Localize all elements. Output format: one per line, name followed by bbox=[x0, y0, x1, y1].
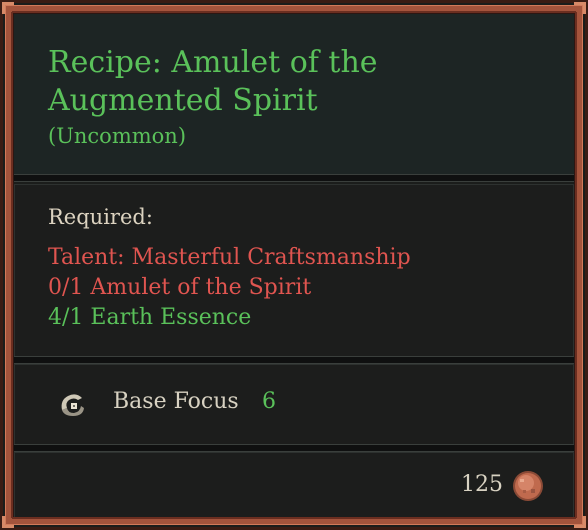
requirement-ingredient: 0/1 Amulet of the Spirit bbox=[48, 275, 312, 300]
requirements-label: Required: bbox=[48, 205, 153, 229]
rarity-label: (Uncommon) bbox=[48, 124, 187, 148]
cost-value: 125 bbox=[461, 472, 503, 497]
requirement-talent: Talent: Masterful Craftsmanship bbox=[48, 245, 411, 270]
copper-coin-icon bbox=[513, 471, 543, 501]
requirement-ingredient: 4/1 Earth Essence bbox=[48, 305, 252, 330]
base-focus-value: 6 bbox=[262, 389, 276, 414]
section-divider bbox=[14, 174, 574, 182]
stats-section bbox=[14, 364, 574, 446]
spiral-focus-icon bbox=[61, 394, 84, 416]
recipe-title: Recipe: Amulet of the Augmented Spirit bbox=[48, 45, 378, 118]
section-divider bbox=[14, 356, 574, 364]
base-focus-label: Base Focus bbox=[113, 389, 239, 414]
section-divider bbox=[14, 444, 574, 452]
